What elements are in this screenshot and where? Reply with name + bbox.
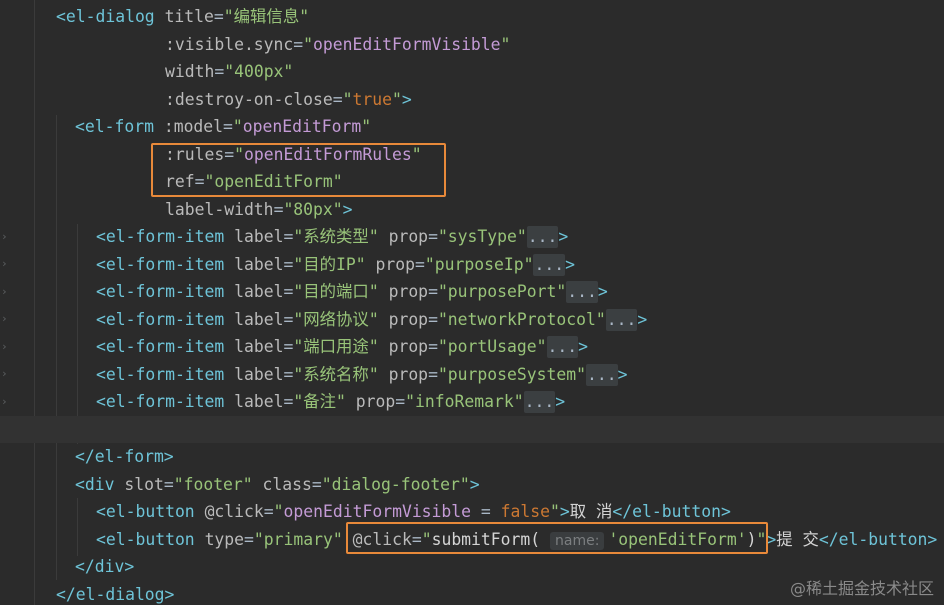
- code-line[interactable]: <el-form-item label="目的IP" prop="purpose…: [0, 251, 944, 278]
- folded-code-placeholder[interactable]: ...: [533, 254, 566, 276]
- code-line[interactable]: <el-dialog title="编辑信息": [0, 3, 944, 30]
- folded-code-placeholder[interactable]: ...: [585, 364, 618, 386]
- code-line[interactable]: <div slot="footer" class="dialog-footer"…: [0, 471, 944, 498]
- folded-code-placeholder[interactable]: ...: [605, 309, 638, 331]
- code-line[interactable]: width="400px": [0, 58, 944, 85]
- code-line[interactable]: </el-form>: [0, 443, 944, 470]
- highlight-box-submit-click: [346, 522, 768, 554]
- folded-code-placeholder[interactable]: ...: [566, 281, 598, 303]
- code-line[interactable]: :rules="openEditFormRules": [0, 141, 944, 168]
- code-line[interactable]: <el-form-item label="备注" prop="infoRemar…: [0, 388, 944, 415]
- code-line[interactable]: <el-form-item label="网络协议" prop="network…: [0, 306, 944, 333]
- folded-code-placeholder[interactable]: ...: [546, 336, 579, 358]
- code-line[interactable]: <el-form-item label="端口用途" prop="portUsa…: [0, 333, 944, 360]
- code-editor[interactable]: › › › › › › › <el-dialog title="编辑信息" :v…: [0, 0, 944, 605]
- watermark: @稀土掘金技术社区: [789, 579, 934, 598]
- code-line[interactable]: <el-form-item label="目的端口" prop="purpose…: [0, 278, 944, 305]
- code-line[interactable]: <el-form :model="openEditForm": [0, 113, 944, 140]
- code-line[interactable]: label-width="80px">: [0, 196, 944, 223]
- code-line[interactable]: :visible.sync="openEditFormVisible": [0, 31, 944, 58]
- highlight-box-rules-ref: [151, 143, 446, 197]
- code-line[interactable]: :destroy-on-close="true">: [0, 86, 944, 113]
- code-line[interactable]: <el-form-item label="系统类型" prop="sysType…: [0, 223, 944, 250]
- folded-code-placeholder[interactable]: ...: [523, 391, 556, 413]
- code-line[interactable]: ref="openEditForm": [0, 168, 944, 195]
- current-line[interactable]: [0, 416, 944, 443]
- code-line[interactable]: <el-form-item label="系统名称" prop="purpose…: [0, 361, 944, 388]
- folded-code-placeholder[interactable]: ...: [526, 226, 559, 248]
